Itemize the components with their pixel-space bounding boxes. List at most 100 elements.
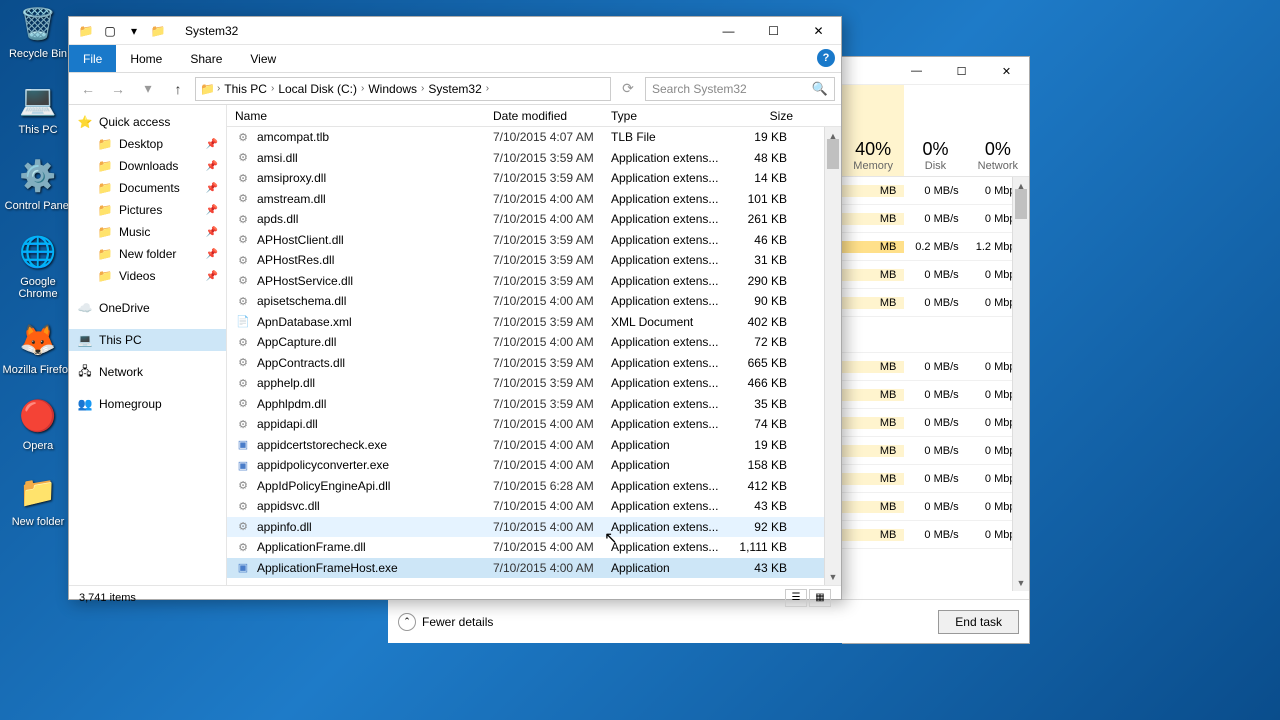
- file-row[interactable]: ⚙amsi.dll7/10/2015 3:59 AMApplication ex…: [227, 148, 841, 169]
- nav-item-downloads[interactable]: 📁Downloads📌: [69, 155, 226, 177]
- pin-icon: 📌: [206, 205, 218, 216]
- file-row[interactable]: ⚙ApplicationFrame.dll7/10/2015 4:00 AMAp…: [227, 537, 841, 558]
- help-icon[interactable]: ?: [817, 49, 835, 67]
- refresh-button[interactable]: ⟳: [615, 77, 641, 101]
- nav-item-new-folder[interactable]: 📁New folder📌: [69, 243, 226, 265]
- file-row[interactable]: ⚙apisetschema.dll7/10/2015 4:00 AMApplic…: [227, 291, 841, 312]
- nav-item-this-pc[interactable]: 💻This PC: [69, 329, 226, 351]
- file-row[interactable]: ⚙appinfo.dll7/10/2015 4:00 AMApplication…: [227, 517, 841, 538]
- column-type[interactable]: Type: [611, 109, 729, 123]
- tab-home[interactable]: Home: [116, 45, 176, 72]
- navigation-pane: ⭐Quick access📁Desktop📌📁Downloads📌📁Docume…: [69, 105, 227, 585]
- file-row[interactable]: ⚙appidapi.dll7/10/2015 4:00 AMApplicatio…: [227, 414, 841, 435]
- file-row[interactable]: ⚙AppCapture.dll7/10/2015 4:00 AMApplicat…: [227, 332, 841, 353]
- tab-file[interactable]: File: [69, 45, 116, 72]
- tm-process-row[interactable]: MB0 MB/s0 Mbps: [842, 261, 1029, 289]
- tab-view[interactable]: View: [236, 45, 290, 72]
- nav-item-quick-access[interactable]: ⭐Quick access: [69, 111, 226, 133]
- tm-process-row[interactable]: MB0 MB/s0 Mbps: [842, 177, 1029, 205]
- file-row[interactable]: ⚙appidsvc.dll7/10/2015 4:00 AMApplicatio…: [227, 496, 841, 517]
- tm-process-row[interactable]: MB0.2 MB/s1.2 Mbps: [842, 233, 1029, 261]
- tm-column-network[interactable]: 0%Network: [967, 85, 1029, 176]
- tm-process-row[interactable]: MB0 MB/s0 Mbps: [842, 493, 1029, 521]
- file-row[interactable]: ⚙apphelp.dll7/10/2015 3:59 AMApplication…: [227, 373, 841, 394]
- up-button[interactable]: ↑: [165, 77, 191, 101]
- breadcrumb-segment[interactable]: System32: [426, 82, 483, 96]
- nav-item-videos[interactable]: 📁Videos📌: [69, 265, 226, 287]
- nav-item-pictures[interactable]: 📁Pictures📌: [69, 199, 226, 221]
- folder-icon: 📁: [75, 21, 97, 41]
- file-row[interactable]: ▣appidpolicyconverter.exe7/10/2015 4:00 …: [227, 455, 841, 476]
- scrollbar[interactable]: ▲▼: [1012, 177, 1029, 591]
- fewer-details-toggle[interactable]: ⌃ Fewer details: [398, 613, 493, 631]
- back-button[interactable]: ←: [75, 77, 101, 101]
- file-row[interactable]: ⚙APHostClient.dll7/10/2015 3:59 AMApplic…: [227, 230, 841, 251]
- desktop-icon-recycle-bin[interactable]: 🗑️Recycle Bin: [0, 2, 76, 60]
- tm-process-row[interactable]: MB0 MB/s0 Mbps: [842, 205, 1029, 233]
- search-input[interactable]: Search System32 🔍: [645, 77, 835, 101]
- pin-icon: 📌: [206, 249, 218, 260]
- forward-button[interactable]: →: [105, 77, 131, 101]
- nav-item-desktop[interactable]: 📁Desktop📌: [69, 133, 226, 155]
- file-row[interactable]: ⚙AppIdPolicyEngineApi.dll7/10/2015 6:28 …: [227, 476, 841, 497]
- maximize-button[interactable]: ☐: [751, 17, 796, 45]
- column-name[interactable]: Name: [235, 109, 493, 123]
- file-row[interactable]: ⚙APHostService.dll7/10/2015 3:59 AMAppli…: [227, 271, 841, 292]
- desktop-icon-google-chrome[interactable]: 🌐Google Chrome: [0, 230, 76, 300]
- tm-process-row[interactable]: MB0 MB/s0 Mbps: [842, 437, 1029, 465]
- file-row[interactable]: ▣appidcertstorecheck.exe7/10/2015 4:00 A…: [227, 435, 841, 456]
- file-row[interactable]: ⚙amcompat.tlb7/10/2015 4:07 AMTLB File19…: [227, 127, 841, 148]
- file-row[interactable]: ⚙amsiproxy.dll7/10/2015 3:59 AMApplicati…: [227, 168, 841, 189]
- close-button[interactable]: ✕: [796, 17, 841, 45]
- titlebar[interactable]: 📁 ▢ ▾ 📁 System32 — ☐ ✕: [69, 17, 841, 45]
- xml-icon: 📄: [235, 314, 251, 330]
- tm-process-row[interactable]: MB0 MB/s0 Mbps: [842, 289, 1029, 317]
- nav-item-documents[interactable]: 📁Documents📌: [69, 177, 226, 199]
- dll-icon: ⚙: [235, 273, 251, 289]
- maximize-button[interactable]: ☐: [939, 57, 984, 85]
- desktop-icon-control-panel[interactable]: ⚙️Control Panel: [0, 154, 76, 212]
- file-row[interactable]: 📄ApnDatabase.xml7/10/2015 3:59 AMXML Doc…: [227, 312, 841, 333]
- column-size[interactable]: Size: [729, 109, 793, 123]
- column-date[interactable]: Date modified: [493, 109, 611, 123]
- nav-item-network[interactable]: 🖧Network: [69, 361, 226, 383]
- breadcrumb[interactable]: 📁 › This PC›Local Disk (C:)›Windows›Syst…: [195, 77, 611, 101]
- recent-dropdown[interactable]: ▾: [135, 77, 161, 101]
- minimize-button[interactable]: —: [706, 17, 751, 45]
- file-row[interactable]: ⚙AppContracts.dll7/10/2015 3:59 AMApplic…: [227, 353, 841, 374]
- tm-process-row[interactable]: MB0 MB/s0 Mbps: [842, 465, 1029, 493]
- desktop-icon-opera[interactable]: 🔴Opera: [0, 394, 76, 452]
- nav-item-music[interactable]: 📁Music📌: [69, 221, 226, 243]
- minimize-button[interactable]: —: [894, 57, 939, 85]
- scrollbar[interactable]: ▲▼: [824, 127, 841, 585]
- breadcrumb-segment[interactable]: This PC: [222, 82, 269, 96]
- file-row[interactable]: ⚙amstream.dll7/10/2015 4:00 AMApplicatio…: [227, 189, 841, 210]
- desktop-icon-mozilla-firefox[interactable]: 🦊Mozilla Firefox: [0, 318, 76, 376]
- file-row[interactable]: ⚙apds.dll7/10/2015 4:00 AMApplication ex…: [227, 209, 841, 230]
- desktop-icon-new-folder[interactable]: 📁New folder: [0, 470, 76, 528]
- breadcrumb-segment[interactable]: Windows: [366, 82, 419, 96]
- properties-button[interactable]: ▢: [99, 21, 121, 41]
- breadcrumb-segment[interactable]: Local Disk (C:): [276, 82, 359, 96]
- file-row[interactable]: ▣ApplicationFrameHost.exe7/10/2015 4:00 …: [227, 558, 841, 579]
- nav-item-homegroup[interactable]: 👥Homegroup: [69, 393, 226, 415]
- details-view-button[interactable]: ☰: [785, 589, 807, 607]
- app-icon: 📁: [16, 470, 60, 514]
- tab-share[interactable]: Share: [176, 45, 236, 72]
- desktop-icon-this-pc[interactable]: 💻This PC: [0, 78, 76, 136]
- tm-column-disk[interactable]: 0%Disk: [904, 85, 966, 176]
- end-task-button[interactable]: End task: [938, 610, 1019, 634]
- qat-dropdown[interactable]: ▾: [123, 21, 145, 41]
- nav-item-onedrive[interactable]: ☁️OneDrive: [69, 297, 226, 319]
- file-row[interactable]: ⚙Apphlpdm.dll7/10/2015 3:59 AMApplicatio…: [227, 394, 841, 415]
- close-button[interactable]: ✕: [984, 57, 1029, 85]
- icons-view-button[interactable]: ▦: [809, 589, 831, 607]
- tm-process-row[interactable]: MB0 MB/s0 Mbps: [842, 521, 1029, 549]
- tm-process-row[interactable]: MB0 MB/s0 Mbps: [842, 381, 1029, 409]
- tm-process-row[interactable]: MB0 MB/s0 Mbps: [842, 409, 1029, 437]
- chevron-right-icon: ›: [361, 83, 364, 94]
- tm-column-memory[interactable]: 40%Memory: [842, 85, 904, 176]
- file-row[interactable]: ⚙APHostRes.dll7/10/2015 3:59 AMApplicati…: [227, 250, 841, 271]
- tm-process-row[interactable]: MB0 MB/s0 Mbps: [842, 353, 1029, 381]
- app-icon: 🗑️: [16, 2, 60, 46]
